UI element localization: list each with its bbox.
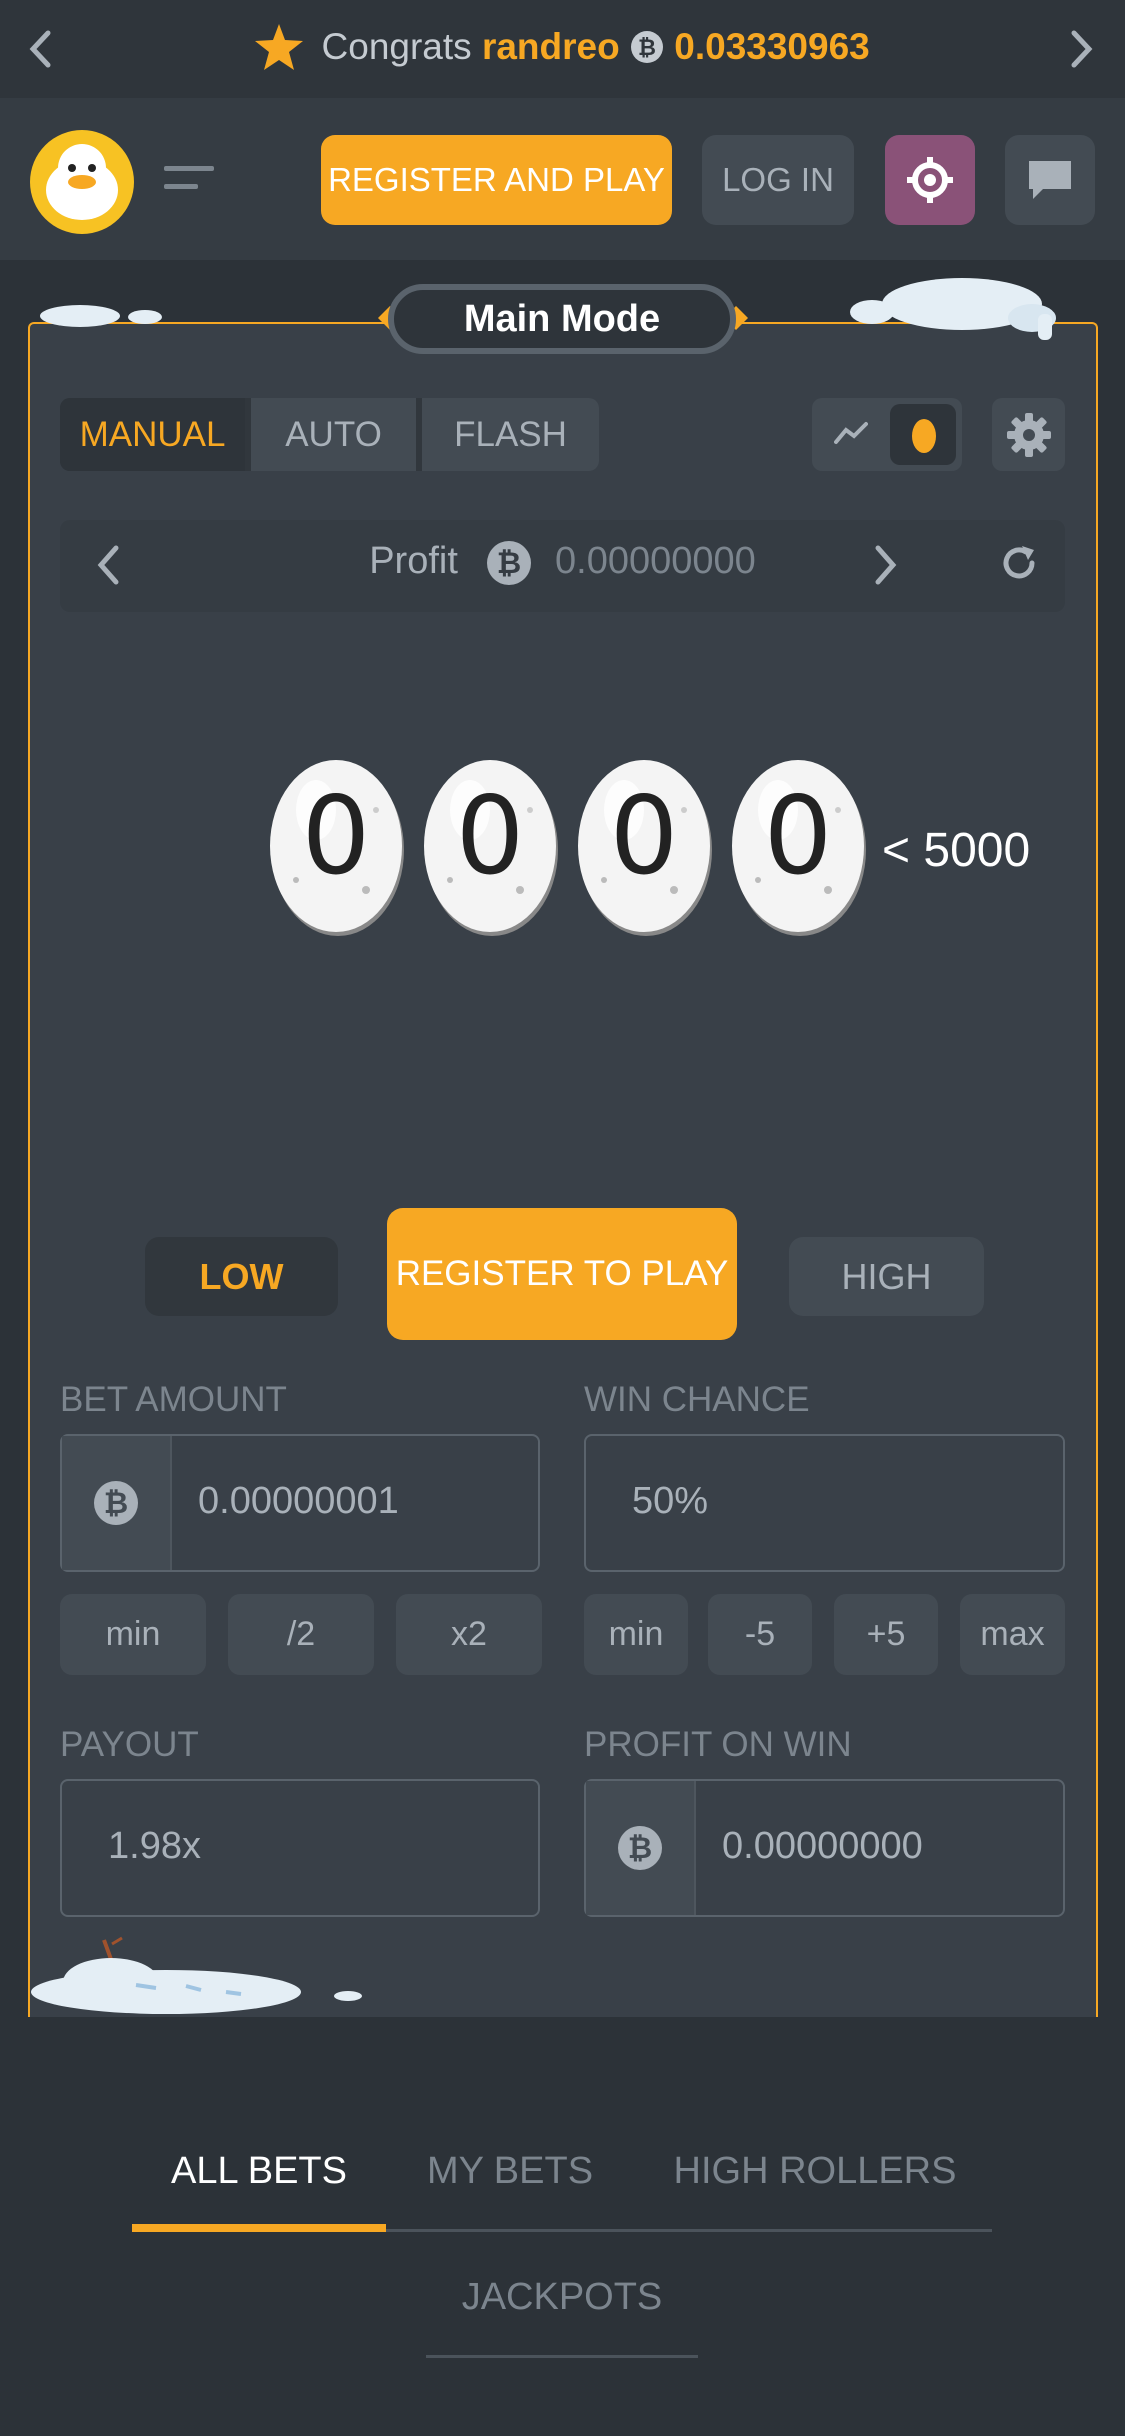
roll-digit-egg: 0 — [266, 750, 406, 940]
bet-amount-value[interactable]: 0.00000001 — [198, 1480, 399, 1523]
chance-min-button[interactable]: min — [584, 1594, 688, 1675]
profit-on-win-value[interactable]: 0.00000000 — [722, 1825, 923, 1868]
svg-text:₿: ₿ — [638, 36, 656, 61]
menu-icon[interactable] — [164, 166, 216, 192]
gear-icon — [1006, 412, 1051, 457]
star-icon — [255, 24, 304, 71]
ticker-user[interactable]: randreo — [482, 26, 620, 67]
view-toggle[interactable] — [812, 398, 962, 471]
win-chance-field[interactable]: 50% — [584, 1434, 1065, 1572]
bet-min-button[interactable]: min — [60, 1594, 206, 1675]
profit-label: Profit — [369, 540, 458, 583]
svg-text:₿: ₿ — [497, 546, 521, 581]
bet-amount-field[interactable]: ₿ 0.00000001 — [60, 1434, 540, 1572]
duck-logo[interactable] — [28, 128, 136, 236]
roll-digit: 0 — [609, 774, 679, 899]
ticker-prefix: Congrats — [321, 26, 472, 68]
chance-plus-button[interactable]: +5 — [834, 1594, 938, 1675]
ticker-next-icon[interactable] — [1070, 30, 1094, 68]
profit-next-icon[interactable] — [874, 545, 898, 585]
roll-digit-egg: 0 — [728, 750, 868, 940]
tab-jackpots[interactable]: JACKPOTS — [426, 2276, 698, 2319]
bitcoin-icon: ₿ — [62, 1436, 172, 1570]
jackpots-divider — [426, 2355, 698, 2358]
bet-half-button[interactable]: /2 — [228, 1594, 374, 1675]
target-icon — [907, 157, 953, 203]
egg-icon — [912, 414, 936, 454]
win-chance-label: WIN CHANCE — [584, 1380, 810, 1419]
high-button[interactable]: HIGH — [789, 1237, 984, 1316]
tab-manual[interactable]: MANUAL — [60, 398, 245, 471]
snow-decoration-bottom — [26, 1930, 366, 2020]
payout-value[interactable]: 1.98x — [108, 1825, 201, 1868]
bitcoin-icon: ₿ — [586, 1781, 696, 1915]
chart-icon — [834, 420, 868, 446]
refresh-icon[interactable] — [998, 542, 1040, 584]
roll-digit: 0 — [301, 774, 371, 899]
chat-icon — [1029, 161, 1071, 199]
mode-title: Main Mode — [388, 284, 736, 354]
register-and-play-button[interactable]: REGISTER AND PLAY — [321, 135, 672, 225]
tab-auto[interactable]: AUTO — [251, 398, 416, 471]
bet-double-button[interactable]: x2 — [396, 1594, 542, 1675]
register-to-play-button[interactable]: REGISTER TO PLAY — [387, 1208, 737, 1340]
chance-max-button[interactable]: max — [960, 1594, 1065, 1675]
svg-text:₿: ₿ — [628, 1831, 652, 1866]
tab-all-bets[interactable]: ALL BETS — [132, 2150, 386, 2193]
game-settings-button[interactable] — [885, 135, 975, 225]
bet-amount-label: BET AMOUNT — [60, 1380, 287, 1419]
profit-value: 0.00000000 — [555, 540, 756, 583]
low-button[interactable]: LOW — [145, 1237, 338, 1316]
chance-minus-button[interactable]: -5 — [708, 1594, 812, 1675]
roll-target: < 5000 — [882, 824, 1031, 877]
roll-digit-egg: 0 — [420, 750, 560, 940]
active-tab-indicator — [132, 2224, 386, 2232]
roll-digit-egg: 0 — [574, 750, 714, 940]
winners-ticker: Congrats randreo ₿ 0.03330963 — [0, 0, 1125, 98]
chat-button[interactable] — [1005, 135, 1095, 225]
login-button[interactable]: LOG IN — [702, 135, 854, 225]
tab-my-bets[interactable]: MY BETS — [400, 2150, 620, 2193]
ticker-amount: 0.03330963 — [674, 26, 870, 68]
profit-on-win-field[interactable]: ₿ 0.00000000 — [584, 1779, 1065, 1917]
snow-decoration-right — [842, 270, 1062, 342]
payout-field[interactable]: 1.98x — [60, 1779, 540, 1917]
bitcoin-icon: ₿ — [630, 30, 664, 64]
win-chance-value[interactable]: 50% — [632, 1480, 708, 1523]
payout-label: PAYOUT — [60, 1725, 199, 1764]
tab-high-rollers[interactable]: HIGH ROLLERS — [660, 2150, 970, 2193]
roll-digit: 0 — [455, 774, 525, 899]
profit-display: Profit ₿ 0.00000000 — [0, 540, 1125, 586]
profit-on-win-label: PROFIT ON WIN — [584, 1725, 852, 1764]
bitcoin-icon: ₿ — [486, 540, 532, 586]
settings-button[interactable] — [992, 398, 1065, 471]
snow-decoration-left — [40, 300, 170, 330]
roll-digit: 0 — [763, 774, 833, 899]
tab-flash[interactable]: FLASH — [422, 398, 599, 471]
svg-text:₿: ₿ — [104, 1486, 128, 1521]
